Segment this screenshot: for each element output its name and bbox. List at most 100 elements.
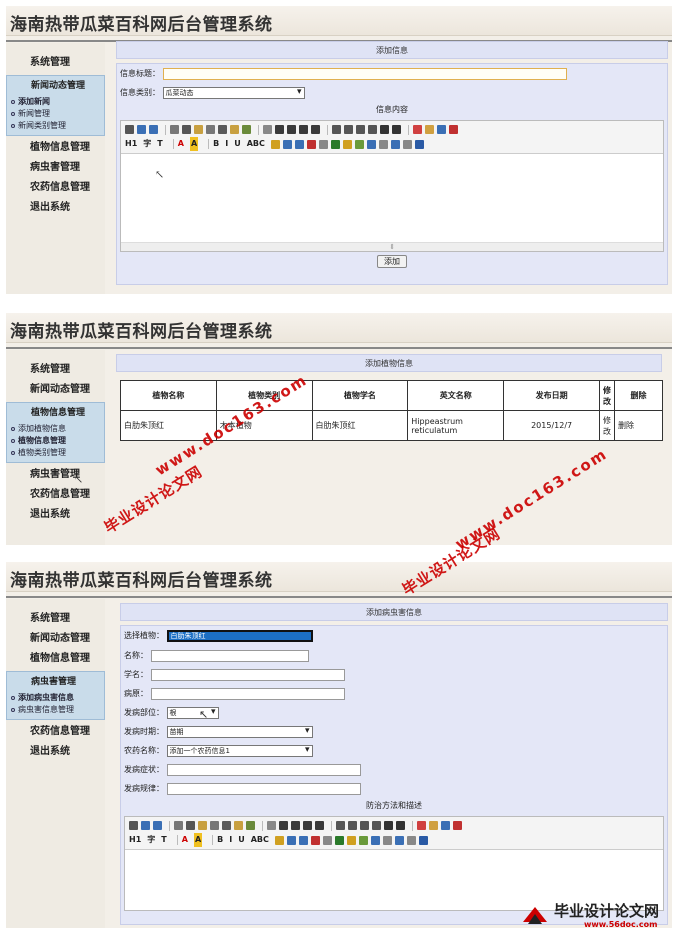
- toolbar-text-button[interactable]: U: [234, 137, 241, 151]
- editor-area[interactable]: ↖: [121, 154, 663, 242]
- toolbar-button-icon[interactable]: [267, 821, 276, 830]
- menu-logout[interactable]: 退出系统: [6, 198, 105, 218]
- toolbar-button-icon[interactable]: [153, 821, 162, 830]
- toolbar-button-icon[interactable]: [298, 835, 308, 845]
- toolbar-text-button[interactable]: A: [182, 833, 188, 847]
- sub-add-news[interactable]: 添加新闻: [7, 96, 104, 108]
- toolbar-button-icon[interactable]: [242, 125, 251, 134]
- toolbar-button-icon[interactable]: [380, 125, 389, 134]
- toolbar-text-button[interactable]: A: [193, 833, 203, 847]
- menu-news[interactable]: 新闻动态管理: [6, 380, 105, 400]
- toolbar-button-icon[interactable]: [441, 821, 450, 830]
- toolbar-button-icon[interactable]: [230, 125, 239, 134]
- toolbar-button-icon[interactable]: [453, 821, 462, 830]
- title-input[interactable]: [162, 67, 567, 80]
- toolbar-button-icon[interactable]: [182, 125, 191, 134]
- toolbar-button-icon[interactable]: [210, 821, 219, 830]
- pesticide-select[interactable]: 添加一个农药信息1: [166, 744, 313, 757]
- toolbar-text-button[interactable]: 字: [147, 833, 155, 847]
- toolbar-button-icon[interactable]: [263, 125, 272, 134]
- toolbar-button-icon[interactable]: [246, 821, 255, 830]
- toolbar-button-icon[interactable]: [332, 125, 341, 134]
- toolbar-button-icon[interactable]: [449, 125, 458, 134]
- menu-system[interactable]: 系统管理: [6, 609, 105, 629]
- toolbar-button-icon[interactable]: [318, 139, 328, 149]
- sub-add-plant[interactable]: 添加植物信息: [7, 423, 104, 435]
- toolbar-button-icon[interactable]: [279, 821, 288, 830]
- toolbar-button-icon[interactable]: [418, 835, 428, 845]
- toolbar-button-icon[interactable]: [311, 125, 320, 134]
- toolbar-button-icon[interactable]: [378, 139, 388, 149]
- toolbar-button-icon[interactable]: [149, 125, 158, 134]
- toolbar-button-icon[interactable]: [390, 139, 400, 149]
- menu-system[interactable]: 系统管理: [6, 53, 105, 73]
- menu-group-title[interactable]: 植物信息管理: [7, 403, 104, 423]
- toolbar-button-icon[interactable]: [417, 821, 426, 830]
- toolbar-text-button[interactable]: U: [238, 833, 245, 847]
- toolbar-text-button[interactable]: T: [157, 137, 162, 151]
- toolbar-text-button[interactable]: ABC: [251, 833, 269, 847]
- pattern-input[interactable]: [166, 782, 361, 795]
- toolbar-button-icon[interactable]: [429, 821, 438, 830]
- toolbar-text-button[interactable]: B: [217, 833, 223, 847]
- toolbar-button-icon[interactable]: [303, 821, 312, 830]
- category-select[interactable]: 瓜菜动态: [162, 86, 305, 99]
- toolbar-button-icon[interactable]: [194, 125, 203, 134]
- toolbar-button-icon[interactable]: [356, 125, 365, 134]
- toolbar-button-icon[interactable]: [396, 821, 405, 830]
- sub-pest-manage[interactable]: 病虫害信息管理: [7, 704, 104, 716]
- toolbar-text-button[interactable]: T: [161, 833, 166, 847]
- toolbar-button-icon[interactable]: [402, 139, 412, 149]
- toolbar-button-icon[interactable]: [206, 125, 215, 134]
- toolbar-button-icon[interactable]: [141, 821, 150, 830]
- toolbar-button-icon[interactable]: [372, 821, 381, 830]
- toolbar-text-button[interactable]: A: [189, 137, 199, 151]
- toolbar-button-icon[interactable]: [186, 821, 195, 830]
- toolbar-text-button[interactable]: ABC: [247, 137, 265, 151]
- toolbar-button-icon[interactable]: [322, 835, 332, 845]
- toolbar-button-icon[interactable]: [294, 139, 304, 149]
- toolbar-button-icon[interactable]: [346, 835, 356, 845]
- toolbar-button-icon[interactable]: [282, 139, 292, 149]
- toolbar-button-icon[interactable]: [414, 139, 424, 149]
- menu-system[interactable]: 系统管理: [6, 360, 105, 380]
- toolbar-button-icon[interactable]: [368, 125, 377, 134]
- toolbar-button-icon[interactable]: [336, 821, 345, 830]
- toolbar-button-icon[interactable]: [354, 139, 364, 149]
- sub-news-manage[interactable]: 新闻管理: [7, 108, 104, 120]
- menu-pest[interactable]: 病虫害管理: [6, 158, 105, 178]
- toolbar-button-icon[interactable]: [315, 821, 324, 830]
- name-input[interactable]: [150, 649, 309, 662]
- menu-pesticide[interactable]: 农药信息管理: [6, 722, 105, 742]
- menu-pesticide[interactable]: 农药信息管理: [6, 485, 105, 505]
- toolbar-button-icon[interactable]: [437, 125, 446, 134]
- toolbar-button-icon[interactable]: [348, 821, 357, 830]
- toolbar-button-icon[interactable]: [370, 835, 380, 845]
- toolbar-button-icon[interactable]: [129, 821, 138, 830]
- menu-plant[interactable]: 植物信息管理: [6, 138, 105, 158]
- sub-news-category[interactable]: 新闻类别管理: [7, 120, 104, 132]
- toolbar-button-icon[interactable]: [286, 835, 296, 845]
- site-select[interactable]: 根: [166, 706, 219, 719]
- toolbar-button-icon[interactable]: [270, 139, 280, 149]
- toolbar-button-icon[interactable]: [170, 125, 179, 134]
- pathogen-input[interactable]: [150, 687, 345, 700]
- toolbar-text-button[interactable]: I: [229, 833, 232, 847]
- toolbar-text-button[interactable]: H1: [125, 137, 137, 151]
- add-button[interactable]: 添加: [377, 255, 407, 268]
- toolbar-button-icon[interactable]: [342, 139, 352, 149]
- toolbar-button-icon[interactable]: [366, 139, 376, 149]
- toolbar-button-icon[interactable]: [222, 821, 231, 830]
- menu-news[interactable]: 新闻动态管理: [6, 629, 105, 649]
- plant-select[interactable]: 白肋朱顶红: [166, 630, 313, 642]
- menu-pest[interactable]: 病虫害管理: [6, 465, 105, 485]
- toolbar-button-icon[interactable]: [218, 125, 227, 134]
- toolbar-button-icon[interactable]: [358, 835, 368, 845]
- toolbar-text-button[interactable]: H1: [129, 833, 141, 847]
- toolbar-text-button[interactable]: 字: [143, 137, 151, 151]
- menu-logout[interactable]: 退出系统: [6, 742, 105, 762]
- edit-link[interactable]: 修改: [599, 410, 616, 441]
- sub-plant-category[interactable]: 植物类别管理: [7, 447, 104, 459]
- toolbar-button-icon[interactable]: [274, 835, 284, 845]
- menu-group-title[interactable]: 病虫害管理: [7, 672, 104, 692]
